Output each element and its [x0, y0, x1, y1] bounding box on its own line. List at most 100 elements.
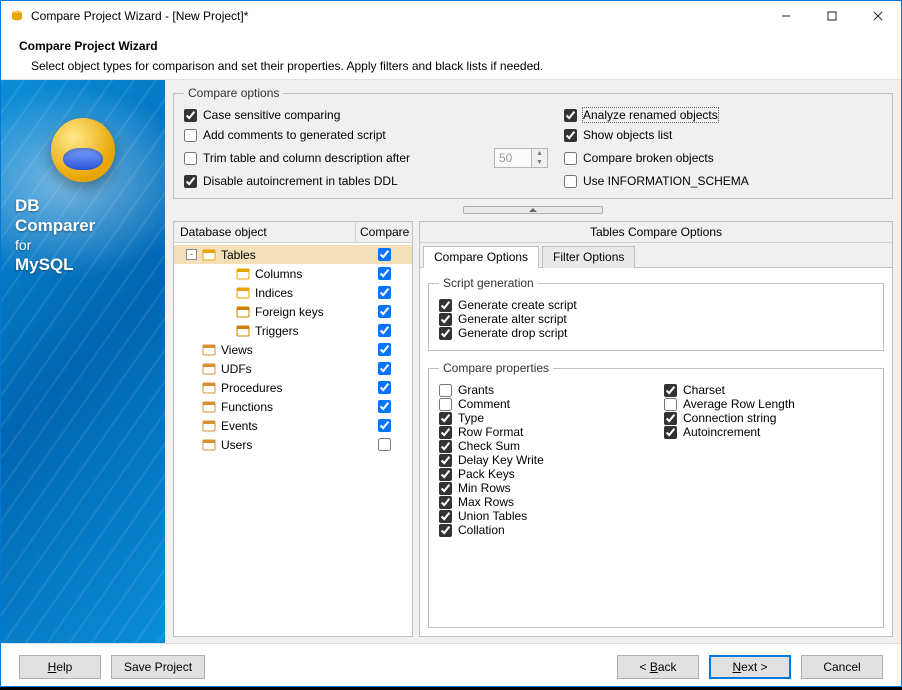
tree-item-foreign-keys[interactable]: Foreign keys [174, 302, 412, 321]
compare-checkbox[interactable] [378, 248, 391, 261]
cancel-button[interactable]: Cancel [801, 655, 883, 679]
expand-icon [220, 325, 231, 336]
tree-item-label: Functions [221, 400, 273, 414]
maximize-button[interactable] [809, 1, 855, 31]
tree-item-views[interactable]: Views [174, 340, 412, 359]
table-icon [201, 248, 217, 262]
prop-collation[interactable]: Collation [439, 523, 648, 537]
tree-item-procedures[interactable]: Procedures [174, 378, 412, 397]
prop-charset[interactable]: Charset [664, 383, 873, 397]
compare-checkbox[interactable] [378, 381, 391, 394]
trim-value-input[interactable]: ▲▼ [494, 148, 564, 168]
tree-col-compare[interactable]: Compare [356, 222, 412, 242]
tree-item-udfs[interactable]: UDFs [174, 359, 412, 378]
expand-icon [186, 344, 197, 355]
prop-autoincrement[interactable]: Autoincrement [664, 425, 873, 439]
prop-connection-string[interactable]: Connection string [664, 411, 873, 425]
prop-pack-keys[interactable]: Pack Keys [439, 467, 648, 481]
next-button[interactable]: Next > [709, 655, 791, 679]
expand-icon [220, 287, 231, 298]
compare-checkbox[interactable] [378, 438, 391, 451]
tree-item-events[interactable]: Events [174, 416, 412, 435]
prop-union-tables[interactable]: Union Tables [439, 509, 648, 523]
page-title: Compare Project Wizard [19, 39, 883, 53]
compare-checkbox[interactable] [378, 286, 391, 299]
prop-type[interactable]: Type [439, 411, 648, 425]
brand-sidebar: DB Comparer for MySQL [1, 80, 165, 643]
prop-comment[interactable]: Comment [439, 397, 648, 411]
prop-average-row-length[interactable]: Average Row Length [664, 397, 873, 411]
opt-disable-autoincrement-in-tables-ddl[interactable]: Disable autoincrement in tables DDL [184, 174, 494, 188]
prop-row-format[interactable]: Row Format [439, 425, 648, 439]
tree-item-label: UDFs [221, 362, 252, 376]
prop-min-rows[interactable]: Min Rows [439, 481, 648, 495]
expand-icon [220, 306, 231, 317]
help-button[interactable]: Help [19, 655, 101, 679]
tree-item-label: Columns [255, 267, 302, 281]
opt-use-information-schema[interactable]: Use INFORMATION_SCHEMA [564, 174, 882, 188]
compare-checkbox[interactable] [378, 305, 391, 318]
compare-checkbox[interactable] [378, 343, 391, 356]
opt-trim-table-and-column-description-after[interactable]: Trim table and column description after [184, 151, 494, 165]
script-generation-group: Script generation Generate create script… [428, 276, 884, 351]
compare-checkbox[interactable] [378, 400, 391, 413]
tree-item-triggers[interactable]: Triggers [174, 321, 412, 340]
splitter-handle[interactable] [173, 205, 893, 215]
tree-item-label: Users [221, 438, 252, 452]
wizard-header: Compare Project Wizard Select object typ… [1, 31, 901, 79]
tab-compare-options[interactable]: Compare Options [423, 246, 539, 268]
options-tabs: Compare OptionsFilter Options [420, 243, 892, 268]
titlebar[interactable]: Compare Project Wizard - [New Project]* [1, 1, 901, 31]
object-tree[interactable]: -Tables Columns Indices Foreign keys Trigger… [174, 243, 412, 636]
tree-item-users[interactable]: Users [174, 435, 412, 454]
trigger-icon [235, 324, 251, 338]
tree-item-tables[interactable]: -Tables [174, 245, 412, 264]
tree-item-label: Procedures [221, 381, 282, 395]
prop-check-sum[interactable]: Check Sum [439, 439, 648, 453]
page-subtitle: Select object types for comparison and s… [31, 59, 883, 73]
compare-checkbox[interactable] [378, 267, 391, 280]
event-icon [201, 419, 217, 433]
opt-compare-broken-objects[interactable]: Compare broken objects [564, 151, 882, 165]
expand-icon [220, 268, 231, 279]
prop-max-rows[interactable]: Max Rows [439, 495, 648, 509]
save-project-button[interactable]: Save Project [111, 655, 205, 679]
tree-item-label: Triggers [255, 324, 299, 338]
prop-grants[interactable]: Grants [439, 383, 648, 397]
compare-checkbox[interactable] [378, 419, 391, 432]
view-icon [201, 343, 217, 357]
proc-icon [201, 381, 217, 395]
compare-checkbox[interactable] [378, 324, 391, 337]
app-icon [9, 8, 25, 24]
expand-icon[interactable]: - [186, 249, 197, 260]
prop-generate-create-script[interactable]: Generate create script [439, 298, 873, 312]
tree-item-columns[interactable]: Columns [174, 264, 412, 283]
tree-item-label: Events [221, 419, 258, 433]
expand-icon [186, 420, 197, 431]
close-button[interactable] [855, 1, 901, 31]
opt-analyze-renamed-objects[interactable]: Analyze renamed objects [564, 108, 882, 122]
opt-case-sensitive-comparing[interactable]: Case sensitive comparing [184, 108, 494, 122]
compare-options-group: Compare options Case sensitive comparing… [173, 86, 893, 199]
tree-item-label: Indices [255, 286, 293, 300]
tree-item-functions[interactable]: Functions [174, 397, 412, 416]
back-button[interactable]: < Back [617, 655, 699, 679]
tree-item-label: Foreign keys [255, 305, 324, 319]
compare-properties-group: Compare properties GrantsCommentTypeRow … [428, 361, 884, 628]
expand-icon [186, 439, 197, 450]
prop-generate-alter-script[interactable]: Generate alter script [439, 312, 873, 326]
compare-options-legend: Compare options [184, 86, 283, 100]
tree-col-object[interactable]: Database object [174, 222, 356, 242]
tree-item-label: Views [221, 343, 253, 357]
udf-icon [201, 362, 217, 376]
opt-show-objects-list[interactable]: Show objects list [564, 128, 882, 142]
prop-delay-key-write[interactable]: Delay Key Write [439, 453, 648, 467]
prop-generate-drop-script[interactable]: Generate drop script [439, 326, 873, 340]
tab-filter-options[interactable]: Filter Options [542, 246, 635, 268]
minimize-button[interactable] [763, 1, 809, 31]
columns-icon [235, 267, 251, 281]
opt-add-comments-to-generated-script[interactable]: Add comments to generated script [184, 128, 494, 142]
expand-icon [186, 382, 197, 393]
compare-checkbox[interactable] [378, 362, 391, 375]
tree-item-indices[interactable]: Indices [174, 283, 412, 302]
